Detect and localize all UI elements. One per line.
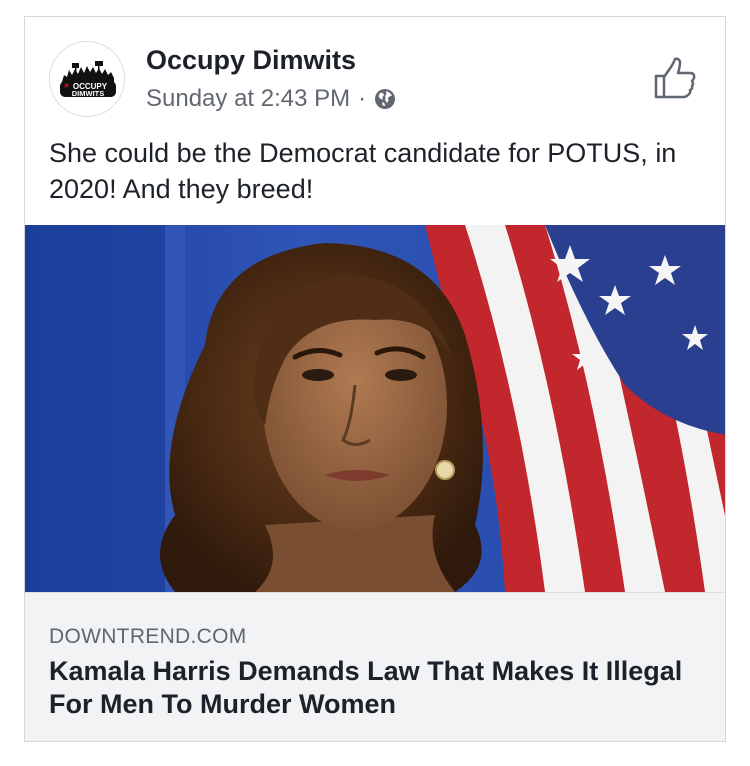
link-headline[interactable]: Kamala Harris Demands Law That Makes It …: [49, 655, 699, 721]
thumbs-up-icon[interactable]: [653, 57, 697, 99]
meta-separator: ·: [358, 85, 367, 112]
globe-icon[interactable]: [374, 88, 396, 110]
occupy-dimwits-logo: OCCUPY DIMWITS: [50, 42, 124, 116]
page-avatar[interactable]: OCCUPY DIMWITS: [49, 41, 125, 117]
post-meta: Sunday at 2:43 PM ·: [146, 85, 396, 113]
post-card: OCCUPY DIMWITS Occupy Dimwits Sunday at …: [24, 16, 726, 742]
logo-text-line2: DIMWITS: [72, 89, 105, 98]
post-header: OCCUPY DIMWITS Occupy Dimwits Sunday at …: [25, 17, 725, 127]
link-preview-footer[interactable]: DOWNTREND.COM Kamala Harris Demands Law …: [25, 592, 725, 741]
post-message: She could be the Democrat candidate for …: [49, 138, 677, 204]
post-timestamp[interactable]: Sunday at 2:43 PM: [146, 85, 350, 113]
link-domain: DOWNTREND.COM: [49, 625, 247, 648]
link-preview-image[interactable]: [25, 225, 725, 592]
page-name-link[interactable]: Occupy Dimwits: [146, 45, 356, 76]
